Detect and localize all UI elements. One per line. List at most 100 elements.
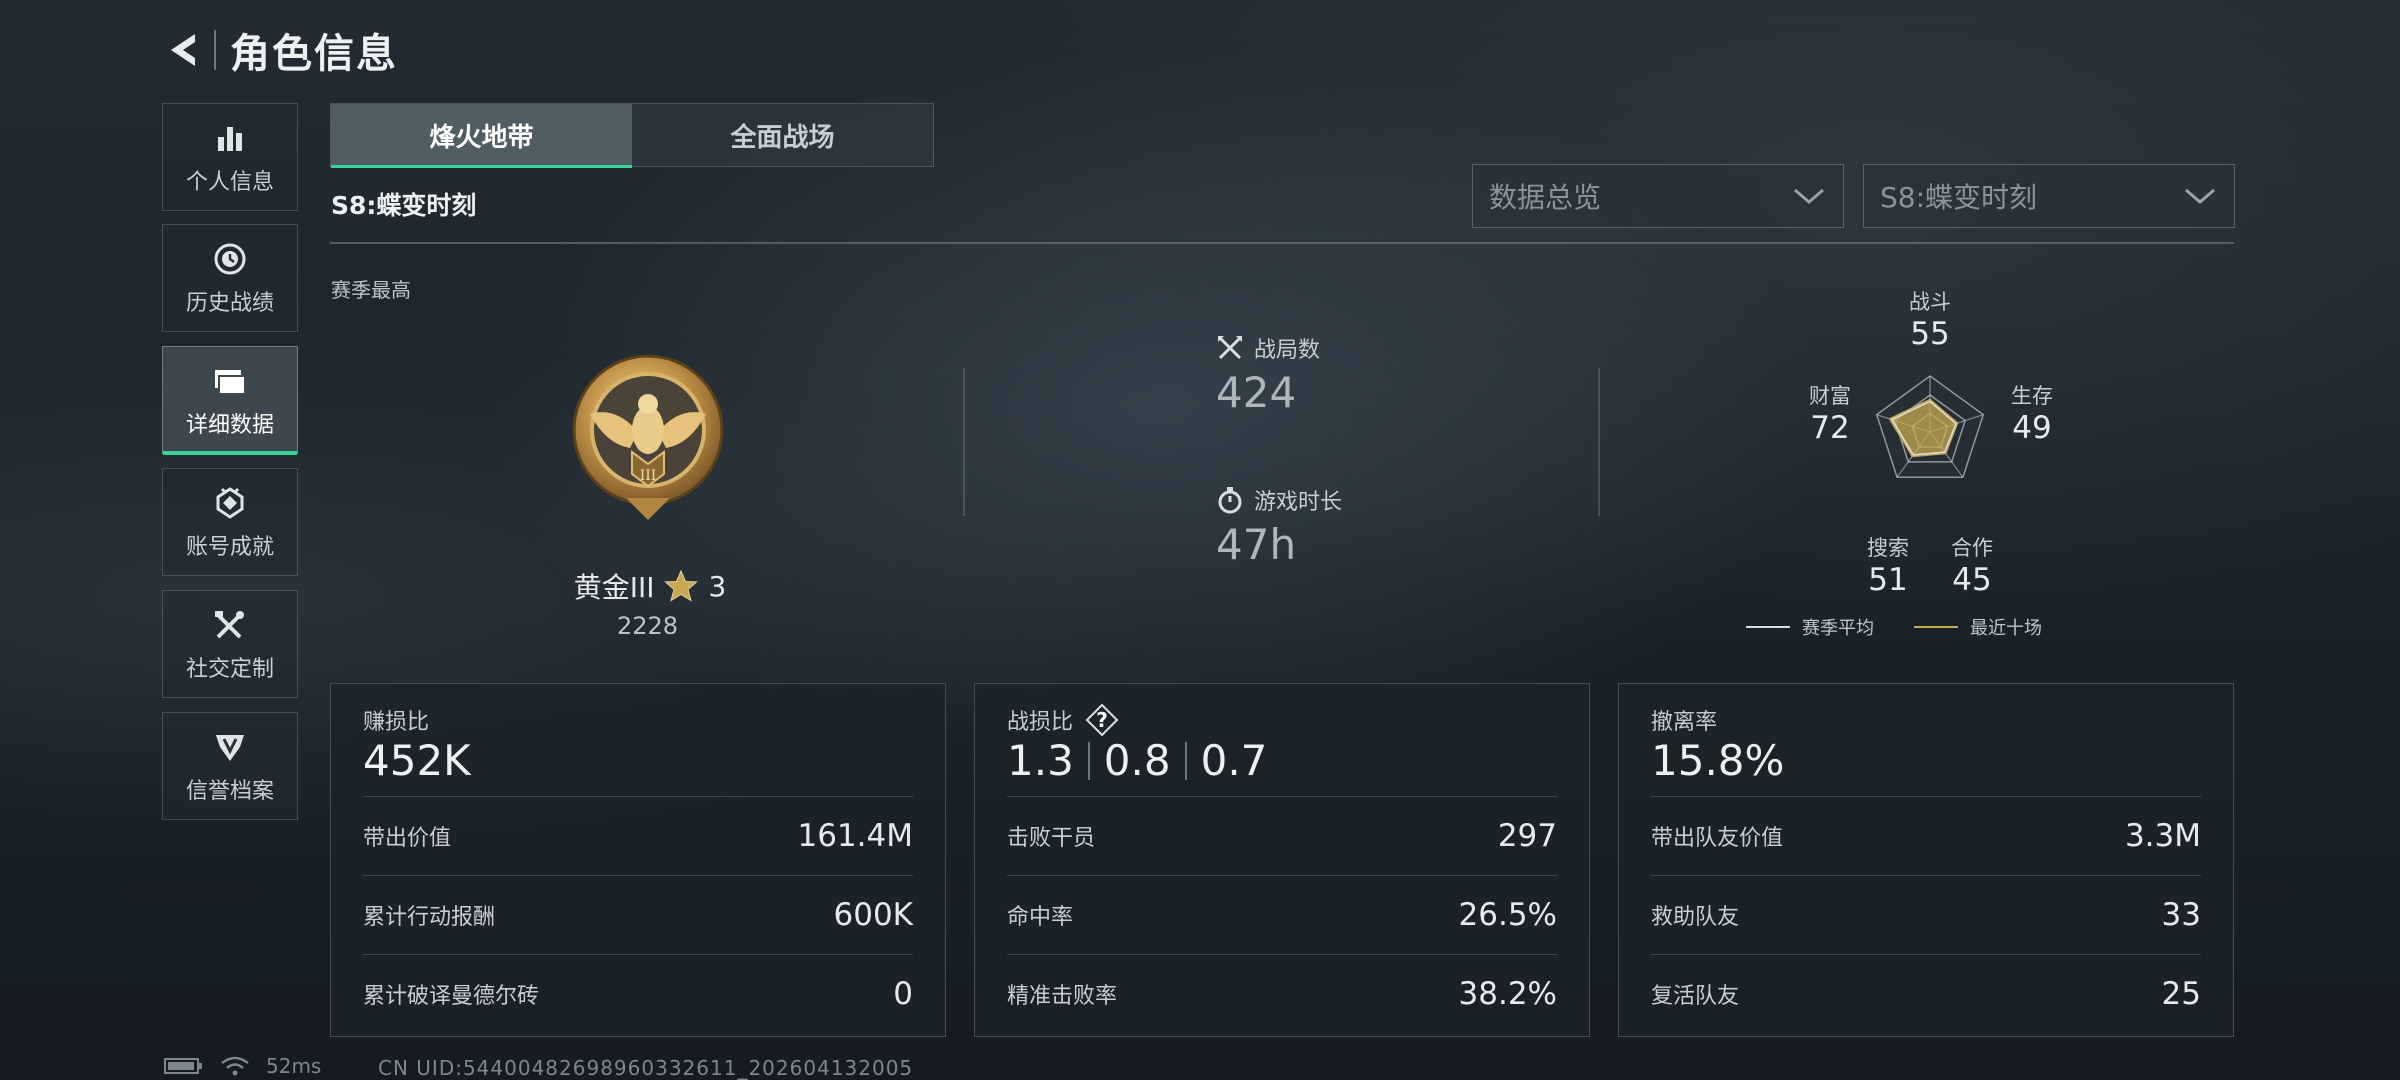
shield-icon xyxy=(210,727,250,767)
legend-line xyxy=(1746,626,1790,628)
sidebar-item-label: 信誉档案 xyxy=(185,779,274,804)
stat-value: 600K xyxy=(833,897,914,933)
radar-legend: 赛季平均 最近十场 xyxy=(1746,614,2042,640)
tab-warfare-zone[interactable]: 烽火地带 xyxy=(331,104,632,168)
stat-label: 救助队友 xyxy=(1651,905,1740,930)
sidebar-item-history[interactable]: 历史战绩 xyxy=(162,224,298,332)
sidebar-item-label: 账号成就 xyxy=(185,535,274,560)
star-icon xyxy=(664,569,699,602)
rank-score: 2228 xyxy=(616,612,679,640)
radar-axis-label: 战斗 xyxy=(1909,290,1951,314)
achievement-icon xyxy=(210,483,250,523)
sidebar-item-profile[interactable]: 个人信息 xyxy=(162,103,298,211)
kd-value: 0.7 xyxy=(1200,736,1268,785)
help-label: ? xyxy=(1096,708,1108,732)
crossed-swords-icon xyxy=(1218,336,1242,360)
stat-label: 累计破译曼德尔砖 xyxy=(363,984,540,1009)
radar-axis-wealth: 财富 72 xyxy=(1780,380,1880,446)
dropdown-value: 数据总览 xyxy=(1489,181,1602,214)
matches-stat: 战局数 424 xyxy=(1216,332,1320,417)
radar-axis-value: 51 xyxy=(1868,562,1908,598)
sidebar-item-achievements[interactable]: 账号成就 xyxy=(162,468,298,576)
stat-row: 精准击败率 38.2% xyxy=(1007,954,1557,1033)
back-arrow-icon xyxy=(171,34,195,66)
stat-value: 0 xyxy=(893,976,913,1012)
legend-line xyxy=(1914,626,1958,628)
playtime-stat: 游戏时长 47h xyxy=(1216,484,1342,569)
sidebar-item-label: 详细数据 xyxy=(185,413,274,438)
stat-label: 命中率 xyxy=(1007,905,1074,930)
card-title: 战损比 ? xyxy=(1007,703,1119,737)
stat-value: 33 xyxy=(2161,897,2201,933)
sidebar-item-details[interactable]: 详细数据 xyxy=(162,346,298,455)
page-title: 角色信息 xyxy=(230,31,398,77)
rank-medal-icon: III xyxy=(566,348,730,524)
season-dropdown[interactable]: S8:蝶变时刻 xyxy=(1863,164,2235,228)
stat-row: 累计行动报酬 600K xyxy=(363,875,913,954)
card-title: 撤离率 xyxy=(1651,710,1718,735)
stat-row: 救助队友 33 xyxy=(1651,875,2201,954)
ping-value: 52ms xyxy=(266,1054,322,1078)
tab-full-battlefield[interactable]: 全面战场 xyxy=(632,104,933,166)
stat-value: 161.4M xyxy=(797,818,914,854)
help-button[interactable]: ? xyxy=(1085,703,1119,737)
divider xyxy=(963,368,965,516)
dropdown-value: S8:蝶变时刻 xyxy=(1880,181,2038,214)
sidebar-item-label: 个人信息 xyxy=(185,170,274,195)
kd-title: 战损比 xyxy=(1007,710,1074,735)
tools-icon xyxy=(210,605,250,645)
legend-label: 赛季平均 xyxy=(1802,618,1874,639)
kd-values: 1.3 0.8 0.7 xyxy=(1007,736,1267,785)
kd-value: 0.8 xyxy=(1103,736,1171,785)
stat-value: 297 xyxy=(1497,818,1557,854)
divider xyxy=(1598,368,1600,516)
stat-label: 击败干员 xyxy=(1007,826,1096,851)
header-divider xyxy=(214,30,216,70)
radar-axis-label: 财富 xyxy=(1809,384,1851,408)
stat-label: 复活队友 xyxy=(1651,984,1740,1009)
radar-axis-survival: 生存 49 xyxy=(1982,380,2082,446)
ability-radar-chart: 战斗 55 生存 49 合作 45 搜索 51 财富 72 xyxy=(1760,284,2100,604)
stat-row: 累计破译曼德尔砖 0 xyxy=(363,954,913,1033)
battery-icon xyxy=(164,1058,202,1074)
kd-card: 战损比 ? 1.3 0.8 0.7 击败干员 297 命中率 26.5% 精准击… xyxy=(974,683,1590,1037)
extract-rate-value: 15.8% xyxy=(1651,736,1785,785)
stat-value: 38.2% xyxy=(1458,976,1557,1012)
clock-icon xyxy=(210,239,250,279)
season-title: S8:蝶变时刻 xyxy=(331,191,477,220)
divider xyxy=(330,242,2234,244)
radar-axis-value: 72 xyxy=(1810,410,1850,446)
card-title: 赚损比 xyxy=(363,710,430,735)
data-view-dropdown[interactable]: 数据总览 xyxy=(1472,164,1844,228)
legend-label: 最近十场 xyxy=(1970,618,2042,639)
header: 角色信息 xyxy=(160,20,398,80)
sidebar-item-reputation[interactable]: 信誉档案 xyxy=(162,712,298,820)
svg-text:III: III xyxy=(640,468,657,484)
back-button[interactable] xyxy=(160,27,206,73)
sidebar-item-label: 社交定制 xyxy=(185,657,274,682)
stat-value: 26.5% xyxy=(1458,897,1557,933)
matches-value: 424 xyxy=(1216,368,1297,417)
extract-card: 撤离率 15.8% 带出队友价值 3.3M 救助队友 33 复活队友 25 xyxy=(1618,683,2234,1037)
legend-recent-ten: 最近十场 xyxy=(1914,614,2042,640)
wifi-icon xyxy=(221,1056,249,1076)
season-best-label: 赛季最高 xyxy=(331,278,411,302)
radar-axis-label: 生存 xyxy=(2011,384,2053,408)
profit-ratio-value: 452K xyxy=(363,736,471,785)
radar-axis-search: 搜索 51 xyxy=(1838,532,1938,598)
playtime-value: 47h xyxy=(1216,520,1297,569)
stat-row: 命中率 26.5% xyxy=(1007,875,1557,954)
playtime-label: 游戏时长 xyxy=(1254,490,1343,515)
kd-separator xyxy=(1184,741,1187,780)
rank-line: 黄金III 3 xyxy=(540,566,760,606)
radar-axis-value: 55 xyxy=(1910,316,1950,352)
stat-row: 带出价值 161.4M xyxy=(363,796,913,875)
sidebar-item-social[interactable]: 社交定制 xyxy=(162,590,298,698)
radar-axis-combat: 战斗 55 xyxy=(1880,286,1980,352)
stat-label: 带出价值 xyxy=(363,826,452,851)
kd-separator xyxy=(1087,741,1090,780)
radar-axis-value: 49 xyxy=(2012,410,2052,446)
chevron-down-icon xyxy=(2185,188,2215,204)
profit-card: 赚损比 452K 带出价值 161.4M 累计行动报酬 600K 累计破译曼德尔… xyxy=(330,683,946,1037)
legend-season-avg: 赛季平均 xyxy=(1746,614,1874,640)
